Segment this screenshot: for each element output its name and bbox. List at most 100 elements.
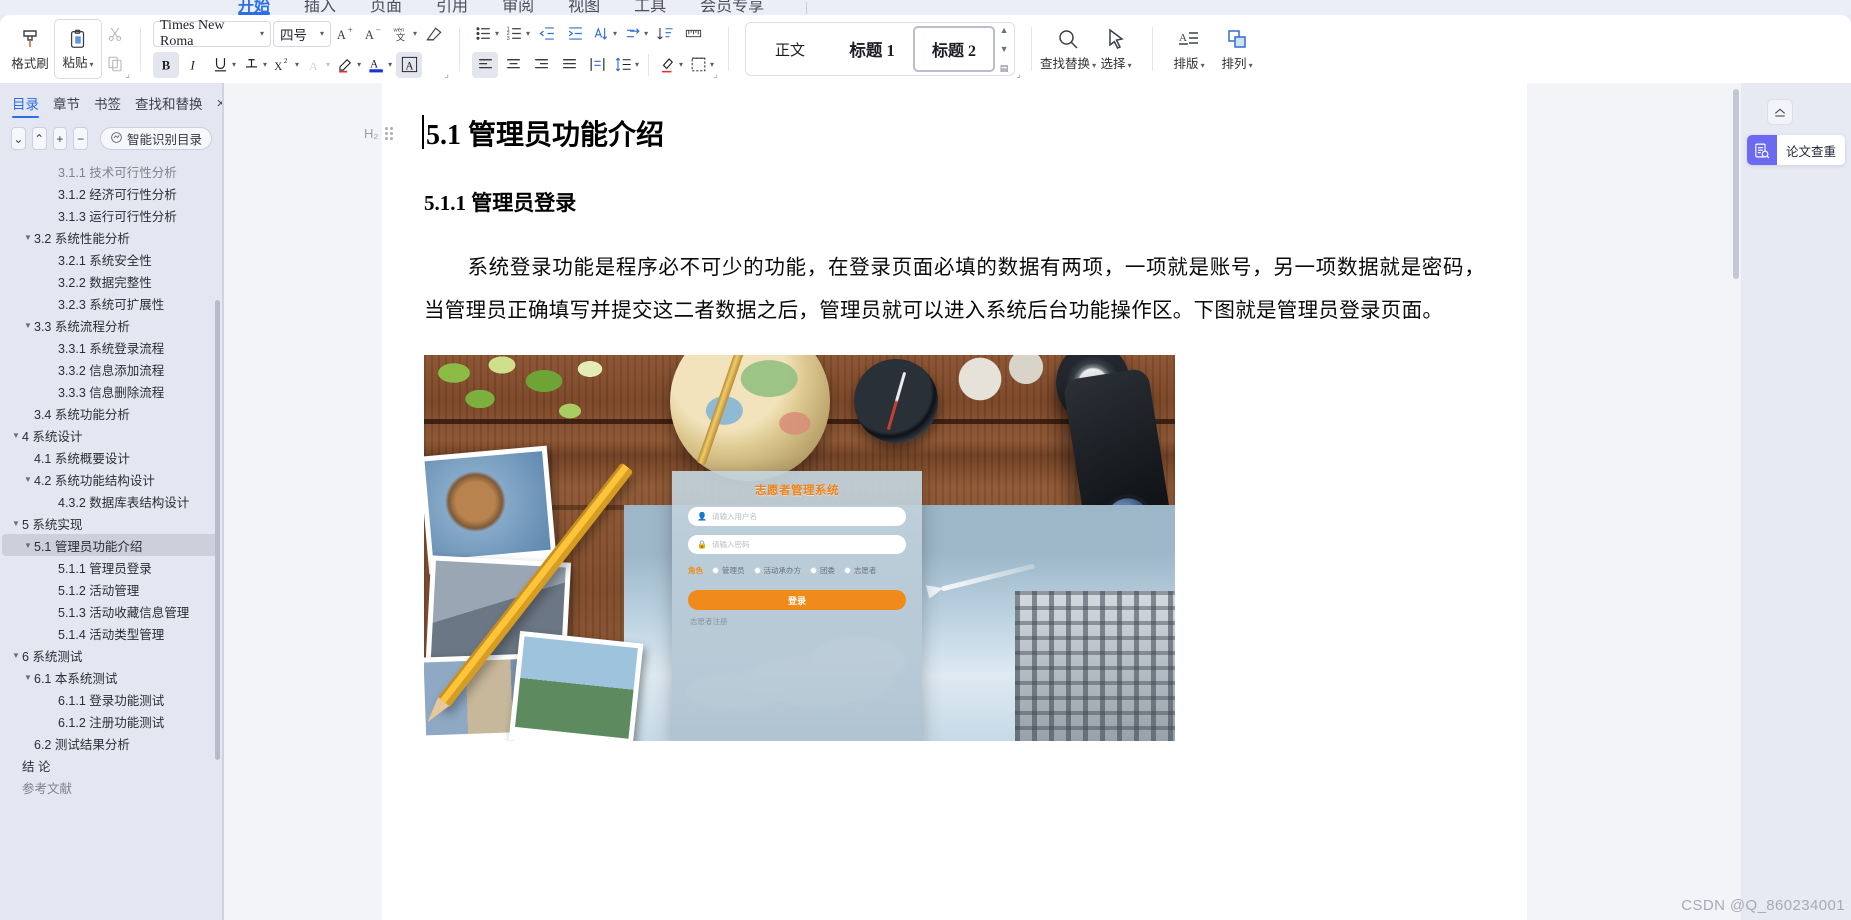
show-formatting-marks-button[interactable]: [680, 21, 706, 47]
smart-toc-button[interactable]: 智能识别目录: [100, 127, 213, 150]
chevron-down-icon[interactable]: ▼: [22, 673, 34, 682]
toc-item[interactable]: ▼6.1.2 注册功能测试: [2, 710, 218, 732]
role-option-league[interactable]: 团委: [810, 565, 835, 576]
styles-dialog-launcher[interactable]: ⌟: [1016, 69, 1021, 80]
toc-item[interactable]: ▼结 论: [2, 754, 218, 776]
toc-item[interactable]: ▼ 3.2 系统性能分析: [2, 226, 218, 248]
toc-item[interactable]: ▼3.3.2 信息添加流程: [2, 358, 218, 380]
style-heading-1[interactable]: 标题 1: [831, 26, 913, 72]
nav-tab-contents[interactable]: 目录: [12, 93, 39, 118]
toc-item[interactable]: ▼3.1.3 运行可行性分析: [2, 204, 218, 226]
collapse-rail-button[interactable]: [1767, 99, 1793, 125]
bold-button[interactable]: B: [153, 51, 179, 78]
line-spacing-button[interactable]: ▾: [612, 52, 641, 78]
toc-item[interactable]: ▼3.2.1 系统安全性: [2, 248, 218, 270]
toc-item[interactable]: ▼5.1.1 管理员登录: [2, 556, 218, 578]
paper-check-button[interactable]: 论文查重: [1746, 135, 1845, 165]
document-canvas[interactable]: H₂ 5.1 管理员功能介绍 5.1.1 管理员登录 系统登录功能是程序必不可少…: [224, 83, 1851, 920]
paste-button[interactable]: 粘贴 ▾: [54, 19, 102, 79]
role-option-organizer[interactable]: 活动承办方: [753, 565, 801, 576]
chevron-down-icon[interactable]: ▼: [10, 651, 22, 660]
paragraph-drag-handle-icon[interactable]: [385, 126, 394, 140]
style-heading-2[interactable]: 标题 2: [913, 26, 996, 72]
style-scroll-up-button[interactable]: ▲: [1000, 25, 1009, 35]
text-effects-button[interactable]: A ▾: [303, 52, 332, 78]
heading3-text[interactable]: 5.1.1 管理员登录: [424, 187, 1485, 217]
arrange-button[interactable]: 排列 ▾: [1213, 19, 1261, 79]
toc-item[interactable]: ▼5.1.2 活动管理: [2, 578, 218, 600]
ribbon-tab-tools[interactable]: 工具: [634, 0, 666, 15]
change-case-button[interactable]: ▾: [621, 21, 650, 47]
format-painter-button[interactable]: 格式刷: [6, 19, 54, 79]
collapse-up-button[interactable]: ⌃: [31, 127, 47, 150]
borders-button[interactable]: ▾: [687, 52, 716, 78]
toc-item[interactable]: ▼ 4.2 系统功能结构设计: [2, 468, 218, 490]
toc-item[interactable]: ▼ 4 系统设计: [2, 424, 218, 446]
numbered-list-button[interactable]: 123 ▾: [503, 21, 532, 47]
expand-down-button[interactable]: ⌄: [11, 127, 26, 150]
toc-item[interactable]: ▼6.2 测试结果分析: [2, 732, 218, 754]
username-field[interactable]: 👤 请输入用户名: [688, 507, 906, 526]
ribbon-tab-member[interactable]: 会员专享: [700, 0, 764, 15]
chevron-down-icon[interactable]: ▼: [22, 321, 34, 330]
toc-item[interactable]: ▼ 6.1 本系统测试: [2, 666, 218, 688]
select-button[interactable]: 选择 ▾: [1092, 19, 1140, 79]
toc-item[interactable]: ▼3.4 系统功能分析: [2, 402, 218, 424]
decrease-font-size-button[interactable]: A −: [361, 21, 387, 47]
ribbon-tab-review[interactable]: 审阅: [502, 0, 534, 15]
sort-text-button[interactable]: ▾: [590, 21, 619, 47]
clipboard-dialog-launcher[interactable]: ⌟: [125, 69, 130, 80]
font-dialog-launcher[interactable]: ⌟: [444, 69, 449, 80]
chevron-down-icon[interactable]: ▼: [10, 519, 22, 528]
shading-button[interactable]: ▾: [656, 52, 685, 78]
style-gallery-more-button[interactable]: ▤: [1000, 63, 1009, 73]
typeset-button[interactable]: A 排版 ▾: [1165, 19, 1213, 79]
ribbon-tab-insert[interactable]: 插入: [304, 0, 336, 15]
chevron-down-icon[interactable]: ▼: [22, 233, 34, 242]
strikethrough-button[interactable]: ▾: [240, 52, 269, 78]
password-field[interactable]: 🔒 请输入密码: [688, 535, 906, 554]
font-name-combobox[interactable]: Times New Roma ▾: [153, 18, 271, 49]
table-of-contents-list[interactable]: ▼3.1.1 技术可行性分析▼3.1.2 经济可行性分析▼3.1.3 运行可行性…: [0, 158, 222, 902]
toc-item[interactable]: ▼3.2.2 数据完整性: [2, 270, 218, 292]
clear-formatting-button[interactable]: [421, 21, 447, 47]
toc-item[interactable]: ▼4.3.2 数据库表结构设计: [2, 490, 218, 512]
chevron-down-icon[interactable]: ▼: [10, 431, 22, 440]
toc-scrollbar-thumb[interactable]: [215, 300, 220, 760]
page-title[interactable]: 5.1 管理员功能介绍: [422, 113, 664, 153]
login-button[interactable]: 登录: [688, 590, 906, 610]
underline-button[interactable]: ▾: [209, 52, 238, 78]
decrease-level-button[interactable]: −: [73, 127, 88, 150]
sort-ascending-button[interactable]: [652, 21, 678, 47]
toc-item[interactable]: ▼ 5.1 管理员功能介绍: [2, 534, 218, 556]
ribbon-tab-home[interactable]: 开始: [238, 0, 271, 15]
toc-item[interactable]: ▼6.1.1 登录功能测试: [2, 688, 218, 710]
align-left-button[interactable]: [472, 51, 499, 78]
pinyin-guide-button[interactable]: wén 文 ▾: [389, 21, 419, 47]
chevron-down-icon[interactable]: ▼: [22, 475, 34, 484]
register-link[interactable]: 志愿者注册: [690, 616, 922, 627]
ribbon-tab-view[interactable]: 视图: [568, 0, 600, 15]
toc-item[interactable]: ▼5.1.3 活动收藏信息管理: [2, 600, 218, 622]
copy-button[interactable]: [102, 51, 128, 77]
bulleted-list-button[interactable]: ▾: [472, 21, 501, 47]
ribbon-tab-page[interactable]: 页面: [370, 0, 402, 15]
distribute-button[interactable]: [584, 52, 610, 78]
toc-item[interactable]: ▼5.1.4 活动类型管理: [2, 622, 218, 644]
ribbon-tab-reference[interactable]: 引用: [436, 0, 468, 15]
toc-item[interactable]: ▼3.3.3 信息删除流程: [2, 380, 218, 402]
align-right-button[interactable]: [528, 52, 554, 78]
body-paragraph[interactable]: 系统登录功能是程序必不可少的功能，在登录页面必填的数据有两项，一项就是账号，另一…: [424, 247, 1485, 333]
toc-item[interactable]: ▼3.2.3 系统可扩展性: [2, 292, 218, 314]
toc-item[interactable]: ▼3.3.1 系统登录流程: [2, 336, 218, 358]
heading-level-marker[interactable]: H₂: [364, 126, 394, 141]
document-page[interactable]: H₂ 5.1 管理员功能介绍 5.1.1 管理员登录 系统登录功能是程序必不可少…: [364, 83, 1527, 920]
increase-font-size-button[interactable]: A +: [333, 21, 359, 47]
toc-item[interactable]: ▼4.1 系统概要设计: [2, 446, 218, 468]
character-shading-button[interactable]: A: [396, 51, 423, 78]
cut-button[interactable]: [102, 21, 128, 47]
nav-tab-bookmarks[interactable]: 书签: [94, 93, 121, 118]
toc-item[interactable]: ▼参考文献: [2, 776, 218, 798]
decrease-indent-button[interactable]: [534, 21, 560, 47]
figure-login-page[interactable]: 志愿者管理系统 👤 请输入用户名 🔒 请输入密码 角色 管理员 活动承办方 团委…: [424, 355, 1175, 741]
